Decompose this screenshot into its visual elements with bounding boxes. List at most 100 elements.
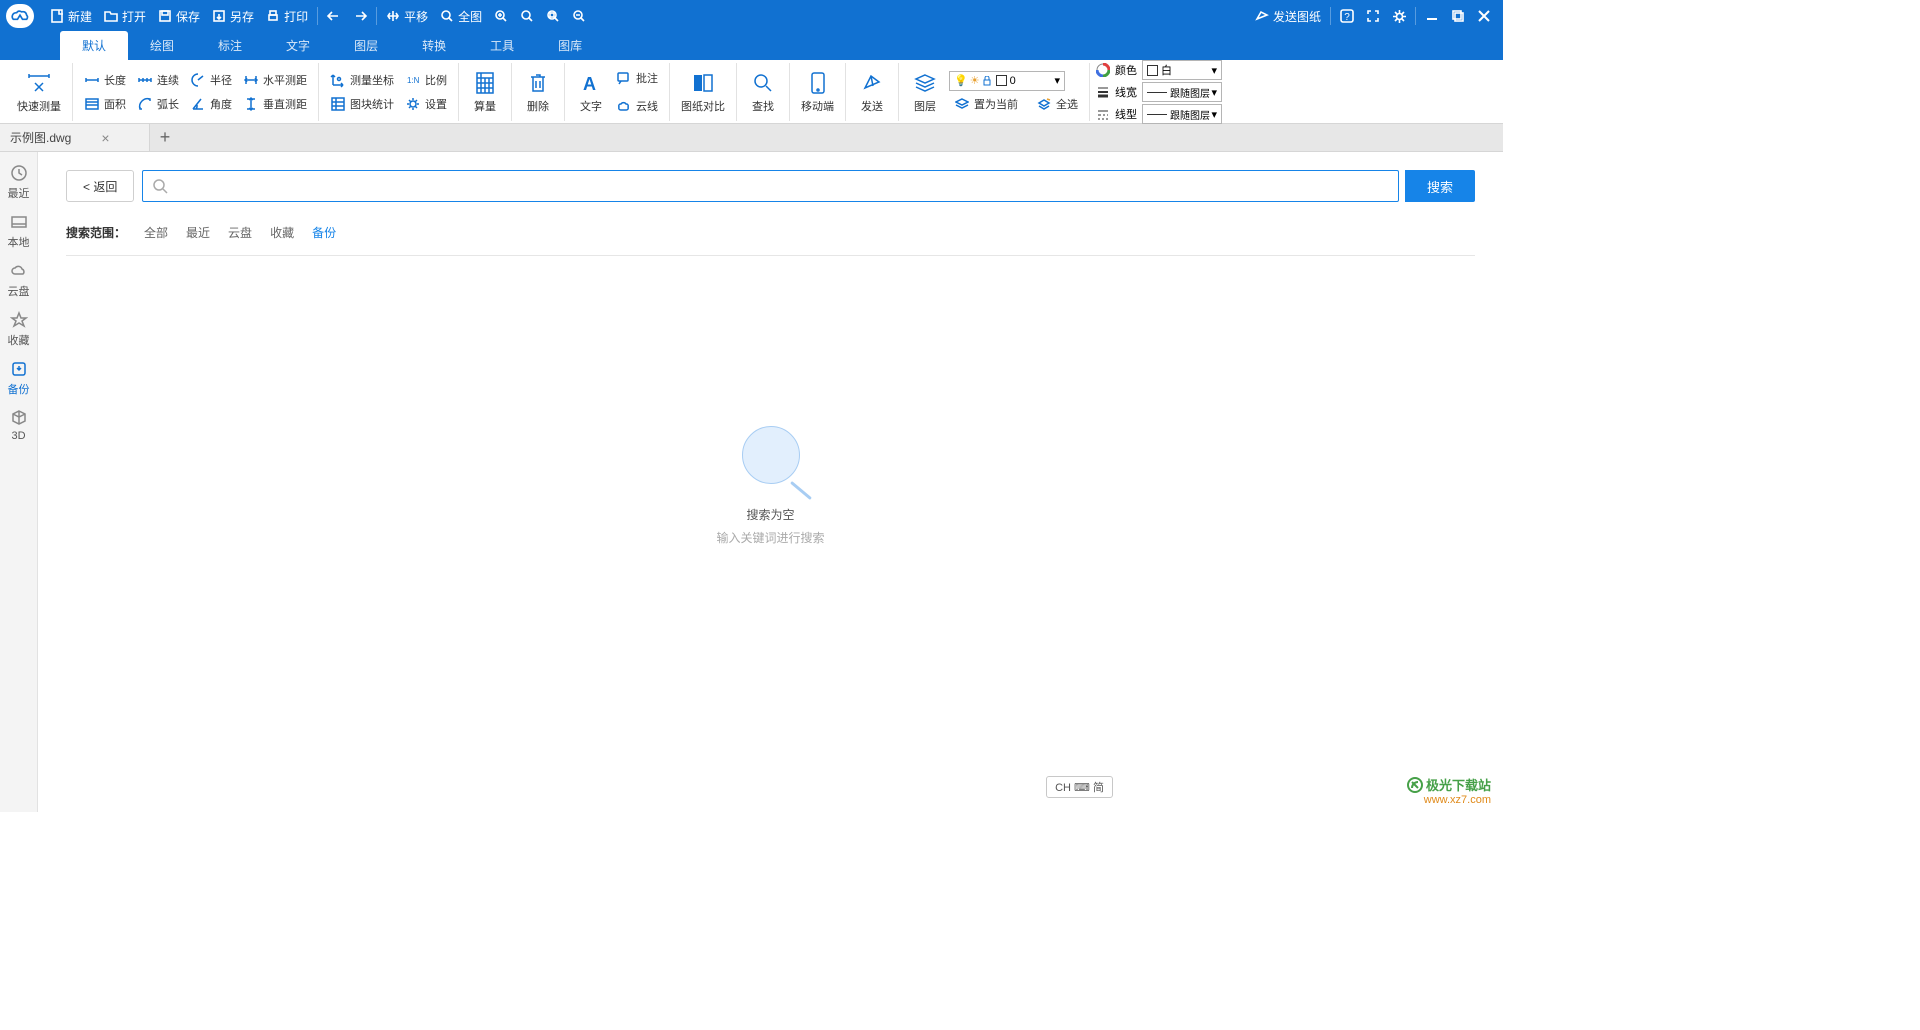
lineweight-label: 线宽 <box>1115 84 1137 100</box>
blockstat-button[interactable]: 图块统计 <box>325 94 399 114</box>
cloud-button[interactable]: 云线 <box>611 96 663 116</box>
send-drawing-button[interactable]: 发送图纸 <box>1249 0 1327 32</box>
delete-button[interactable]: 删除 <box>518 67 558 117</box>
new-button[interactable]: 新建 <box>44 0 98 32</box>
layer-button[interactable]: 图层 <box>905 67 945 117</box>
scope-recent[interactable]: 最近 <box>186 224 210 241</box>
ime-indicator[interactable]: CH ⌨ 简 <box>1046 776 1113 798</box>
search-icon <box>153 179 168 194</box>
tab-convert[interactable]: 转换 <box>400 31 468 60</box>
text-button[interactable]: A文字 <box>571 67 611 117</box>
redo-button[interactable] <box>347 0 373 32</box>
sidebar-item-cloud[interactable]: 云盘 <box>0 256 37 305</box>
sidebar-item-local[interactable]: 本地 <box>0 207 37 256</box>
setcurrent-button[interactable]: 置为当前 <box>949 94 1023 114</box>
find-button[interactable]: 查找 <box>743 67 783 117</box>
tab-layer[interactable]: 图层 <box>332 31 400 60</box>
main-panel: < 返回 搜索 搜索范围： 全部 最近 云盘 收藏 备份 搜索为空 输入关键词进… <box>38 152 1503 812</box>
maximize-button[interactable] <box>1445 0 1471 32</box>
sidebar-item-3d[interactable]: 3D <box>0 403 37 448</box>
settings-icon[interactable] <box>1386 0 1412 32</box>
zoom-out-icon[interactable] <box>566 0 592 32</box>
sun-icon: ☀ <box>970 74 980 87</box>
watermark: 极光下载站 www.xz7.com <box>1407 775 1491 806</box>
tab-annotation[interactable]: 标注 <box>196 31 264 60</box>
vdist-button[interactable]: 垂直测距 <box>238 94 312 114</box>
search-box[interactable] <box>142 170 1399 202</box>
lineweight-combo[interactable]: 跟随图层▾ <box>1142 82 1222 102</box>
divider <box>66 255 1475 256</box>
mobile-button[interactable]: 移动端 <box>796 67 839 117</box>
length-button[interactable]: 长度 <box>79 70 131 90</box>
pan-button[interactable]: 平移 <box>380 0 434 32</box>
scope-backup[interactable]: 备份 <box>312 224 336 241</box>
sidebar-item-recent[interactable]: 最近 <box>0 158 37 207</box>
selectall-button[interactable]: 全选 <box>1031 94 1083 114</box>
annotate-button[interactable]: 批注 <box>611 68 663 88</box>
empty-state: 搜索为空 输入关键词进行搜索 <box>66 426 1475 546</box>
tab-tools[interactable]: 工具 <box>468 31 536 60</box>
scope-cloud[interactable]: 云盘 <box>228 224 252 241</box>
quick-measure-button[interactable]: 快速测量 <box>12 67 66 117</box>
print-button[interactable]: 打印 <box>260 0 314 32</box>
color-label: 颜色 <box>1115 62 1137 78</box>
file-tab-strip: 示例图.dwg × + <box>0 124 1503 152</box>
save-button[interactable]: 保存 <box>152 0 206 32</box>
minimize-button[interactable] <box>1419 0 1445 32</box>
angle-button[interactable]: 角度 <box>185 94 237 114</box>
search-scope-row: 搜索范围： 全部 最近 云盘 收藏 备份 <box>66 224 1475 241</box>
scope-all[interactable]: 全部 <box>144 224 168 241</box>
linetype-label: 线型 <box>1115 106 1137 122</box>
calc-button[interactable]: 算量 <box>465 67 505 117</box>
hdist-button[interactable]: 水平测距 <box>238 70 312 90</box>
file-tab-label: 示例图.dwg <box>10 129 71 146</box>
lightbulb-icon: 💡 <box>954 74 968 87</box>
svg-text:A: A <box>583 74 596 94</box>
open-button[interactable]: 打开 <box>98 0 152 32</box>
ribbon: 快速测量 长度 连续 半径 水平测距 面积 弧长 角度 垂直测距 测量坐标 1:… <box>0 60 1503 124</box>
file-tab[interactable]: 示例图.dwg × <box>0 124 150 151</box>
fullview-button[interactable]: 全图 <box>434 0 488 32</box>
tab-library[interactable]: 图库 <box>536 31 604 60</box>
empty-title: 搜索为空 <box>746 506 794 523</box>
area-button[interactable]: 面积 <box>79 94 131 114</box>
add-tab-button[interactable]: + <box>150 124 180 151</box>
scope-favorite[interactable]: 收藏 <box>270 224 294 241</box>
help-icon[interactable]: ? <box>1334 0 1360 32</box>
color-icon <box>1096 63 1110 77</box>
empty-search-icon <box>742 426 800 484</box>
sidebar-item-backup[interactable]: 备份 <box>0 354 37 403</box>
continuous-button[interactable]: 连续 <box>132 70 184 90</box>
linetype-combo[interactable]: 跟随图层▾ <box>1142 104 1222 124</box>
close-button[interactable] <box>1471 0 1497 32</box>
settings-button[interactable]: 设置 <box>400 94 452 114</box>
saveas-button[interactable]: 另存 <box>206 0 260 32</box>
search-input[interactable] <box>174 171 1388 201</box>
back-button[interactable]: < 返回 <box>66 170 134 202</box>
text-cursor-icon <box>663 178 664 196</box>
layer-combo[interactable]: 💡 ☀ 0 ▾ <box>949 71 1065 91</box>
zoom-selection-icon[interactable] <box>514 0 540 32</box>
ratio-button[interactable]: 1:N比例 <box>400 70 452 90</box>
search-button[interactable]: 搜索 <box>1405 170 1475 202</box>
send-button[interactable]: 发送 <box>852 67 892 117</box>
left-sidebar: 最近 本地 云盘 收藏 备份 3D <box>0 152 38 812</box>
radius-button[interactable]: 半径 <box>185 70 237 90</box>
arclen-button[interactable]: 弧长 <box>132 94 184 114</box>
tab-text[interactable]: 文字 <box>264 31 332 60</box>
color-combo[interactable]: 白▾ <box>1142 60 1222 80</box>
zoom-window-icon[interactable] <box>540 0 566 32</box>
sidebar-item-favorite[interactable]: 收藏 <box>0 305 37 354</box>
undo-button[interactable] <box>321 0 347 32</box>
chevron-down-icon: ▾ <box>1054 74 1060 87</box>
coord-button[interactable]: 测量坐标 <box>325 70 399 90</box>
tab-default[interactable]: 默认 <box>60 31 128 60</box>
fullscreen-icon[interactable] <box>1360 0 1386 32</box>
tab-draw[interactable]: 绘图 <box>128 31 196 60</box>
scope-label: 搜索范围： <box>66 224 126 241</box>
lock-icon <box>982 76 992 86</box>
close-tab-icon[interactable]: × <box>101 130 109 146</box>
zoom-in-icon[interactable] <box>488 0 514 32</box>
svg-text:?: ? <box>1344 12 1350 23</box>
compare-button[interactable]: 图纸对比 <box>676 67 730 117</box>
